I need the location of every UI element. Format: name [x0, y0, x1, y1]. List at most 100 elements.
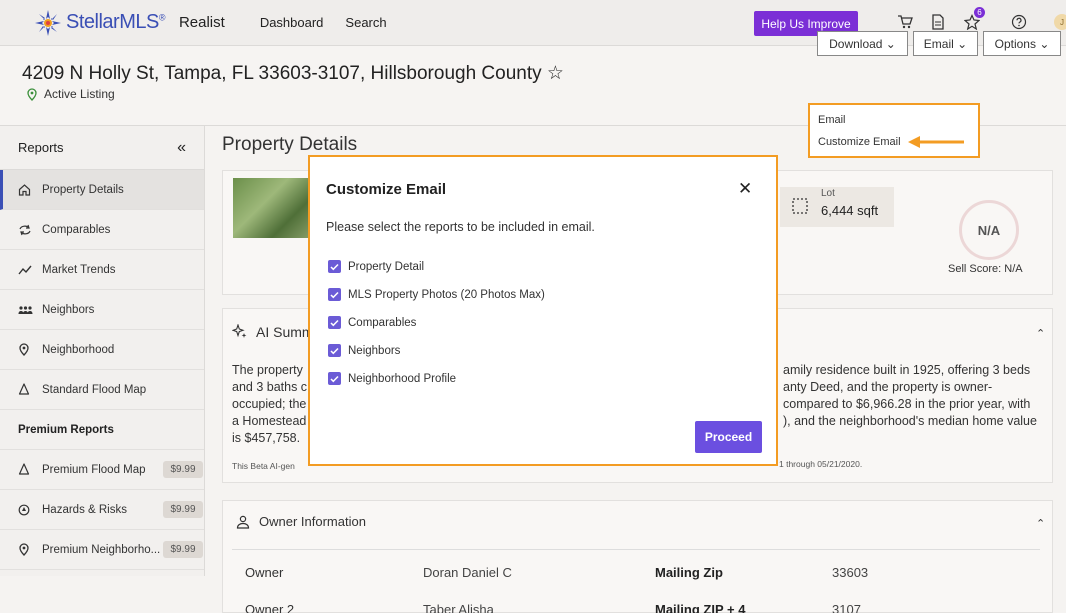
favorites-icon[interactable]: 6	[962, 7, 985, 32]
owner-label: Owner	[245, 565, 284, 580]
sell-score-ring: N/A	[959, 200, 1019, 260]
compare-arrows-icon	[18, 224, 34, 236]
premium-reports-heading: Premium Reports	[0, 410, 204, 450]
option-comparables[interactable]: Comparables	[328, 316, 416, 329]
sidebar-title: Reports	[18, 140, 64, 155]
home-icon	[18, 183, 34, 196]
sidebar-item-hazards-risks[interactable]: Hazards & Risks $9.99	[0, 490, 204, 530]
sidebar-item-label: Property Details	[42, 183, 124, 196]
ai-summary-title-text: AI Summ	[256, 324, 314, 340]
lot-size-icon	[792, 198, 808, 214]
checkbox-checked-icon[interactable]	[328, 344, 341, 357]
sidebar-item-property-details[interactable]: Property Details	[0, 170, 204, 210]
ai-line: a Homestead	[232, 414, 307, 428]
property-address: 4209 N Holly St, Tampa, FL 33603-3107, H…	[22, 63, 564, 84]
ai-line: ), and the neighborhood's median home va…	[783, 414, 1037, 428]
owner-2-value: Taber Alisha	[423, 602, 494, 613]
sidebar-item-label: Hazards & Risks	[42, 503, 127, 516]
page-title: Property Details	[222, 134, 358, 155]
ai-summary-text-right: amily residence built in 1925, offering …	[783, 362, 1037, 430]
sidebar-item-label: Premium Neighborho...	[42, 543, 161, 556]
checkbox-checked-icon[interactable]	[328, 372, 341, 385]
proceed-button[interactable]: Proceed	[695, 421, 762, 453]
stellar-logo[interactable]: StellarMLS® Realist	[34, 9, 225, 37]
option-neighborhood-profile[interactable]: Neighborhood Profile	[328, 372, 456, 385]
sidebar-item-standard-flood-map[interactable]: Standard Flood Map	[0, 370, 204, 410]
collapse-chevron-icon[interactable]: ⌃	[1036, 517, 1045, 530]
email-dropdown-menu: Email Customize Email	[808, 103, 980, 158]
download-button[interactable]: Download ⌄	[817, 31, 908, 56]
cart-icon[interactable]	[895, 12, 915, 32]
water-drop-icon	[18, 463, 34, 476]
location-pin-icon	[18, 343, 34, 356]
ai-disclaimer-right: 1 through 05/21/2020.	[779, 459, 863, 469]
divider	[232, 549, 1040, 550]
option-label: Neighbors	[348, 344, 401, 357]
nav-search[interactable]: Search	[345, 15, 386, 30]
option-label: Property Detail	[348, 260, 425, 273]
water-drop-icon	[18, 383, 34, 396]
ai-summary-text-left: The property and 3 baths c occupied; the…	[232, 362, 307, 447]
sidebar-item-premium-flood-map[interactable]: Premium Flood Map $9.99	[0, 450, 204, 490]
customize-email-modal: Customize Email ✕ Please select the repo…	[308, 155, 778, 466]
ai-line: and 3 baths c	[232, 380, 308, 394]
ai-line: The property	[232, 363, 303, 377]
location-pin-icon	[27, 87, 37, 101]
dropdown-item-email[interactable]: Email	[810, 109, 978, 131]
person-icon	[236, 515, 250, 529]
sidebar-item-premium-neighborhood[interactable]: Premium Neighborho... $9.99	[0, 530, 204, 570]
sidebar-item-neighborhood[interactable]: Neighborhood	[0, 330, 204, 370]
sparkle-icon	[232, 324, 247, 338]
stellar-star-icon	[35, 9, 61, 36]
document-icon[interactable]	[928, 12, 948, 32]
price-badge: $9.99	[163, 461, 203, 478]
owner-information-title: Owner Information	[236, 514, 366, 529]
sidebar-item-label: Neighborhood	[42, 343, 115, 356]
owner-value: Doran Daniel C	[423, 565, 512, 580]
favorites-badge: 6	[974, 7, 985, 18]
property-photo[interactable]	[233, 178, 313, 238]
modal-description: Please select the reports to be included…	[326, 220, 595, 234]
collapse-chevron-icon[interactable]: ⌃	[1036, 327, 1045, 340]
highlight-arrow-icon	[908, 136, 964, 148]
option-property-detail[interactable]: Property Detail	[328, 260, 424, 273]
modal-title: Customize Email	[326, 181, 447, 198]
sidebar-item-label: Premium Flood Map	[42, 463, 146, 476]
sidebar-item-comparables[interactable]: Comparables	[0, 210, 204, 250]
trend-line-icon	[18, 265, 34, 275]
option-mls-photos[interactable]: MLS Property Photos (20 Photos Max)	[328, 288, 545, 301]
option-label: Comparables	[348, 316, 417, 329]
mailing-zip4-label: Mailing ZIP + 4	[655, 602, 746, 613]
collapse-sidebar-icon[interactable]: «	[177, 139, 186, 157]
sidebar-item-label: Standard Flood Map	[42, 383, 147, 396]
ai-line: occupied; the	[232, 397, 307, 411]
checkbox-checked-icon[interactable]	[328, 260, 341, 273]
ai-line: is $457,758.	[232, 431, 301, 445]
ai-line: anty Deed, and the property is owner-	[783, 380, 993, 394]
location-pin-icon	[18, 543, 34, 556]
email-button[interactable]: Email ⌄	[913, 31, 978, 56]
sidebar-item-neighbors[interactable]: Neighbors	[0, 290, 204, 330]
price-badge: $9.99	[163, 541, 203, 558]
sidebar-item-label: Neighbors	[42, 303, 95, 316]
help-icon[interactable]	[1009, 12, 1029, 32]
sidebar-header: Reports «	[0, 126, 204, 170]
checkbox-checked-icon[interactable]	[328, 316, 341, 329]
mailing-zip-label: Mailing Zip	[655, 565, 723, 580]
options-button[interactable]: Options ⌄	[983, 31, 1061, 56]
user-avatar[interactable]: J	[1054, 14, 1066, 30]
sidebar-item-market-trends[interactable]: Market Trends	[0, 250, 204, 290]
close-icon[interactable]: ✕	[738, 179, 752, 199]
option-neighbors[interactable]: Neighbors	[328, 344, 400, 357]
nav-dashboard[interactable]: Dashboard	[260, 15, 324, 30]
option-label: MLS Property Photos (20 Photos Max)	[348, 288, 545, 301]
lot-value: 6,444 sqft	[821, 203, 879, 218]
owner-2-label: Owner 2	[245, 602, 295, 613]
status-label: Active Listing	[44, 87, 115, 101]
product-name: Realist	[178, 14, 225, 31]
option-label: Neighborhood Profile	[348, 372, 457, 385]
brand-name: StellarMLS®	[66, 11, 165, 33]
reports-sidebar: Reports « Property Details Comparables M…	[0, 126, 205, 576]
checkbox-checked-icon[interactable]	[328, 288, 341, 301]
lot-label: Lot	[821, 188, 835, 199]
